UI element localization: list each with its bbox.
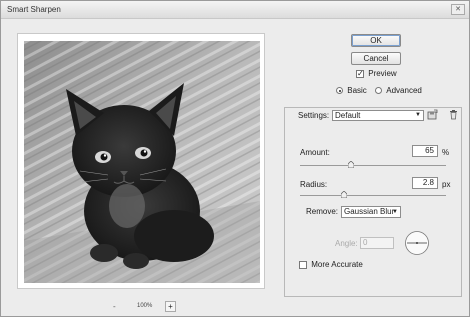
save-settings-icon[interactable]: [427, 109, 438, 120]
preview-frame: [17, 33, 265, 289]
angle-label: Angle:: [335, 239, 358, 248]
more-accurate-row[interactable]: More Accurate: [299, 260, 363, 269]
preview-checkbox-label: Preview: [368, 69, 397, 79]
ok-button[interactable]: OK: [351, 34, 401, 47]
preview-checkbox[interactable]: [356, 69, 364, 78]
remove-dropdown[interactable]: Gaussian Blur ▼: [341, 206, 401, 218]
angle-input[interactable]: 0: [360, 237, 394, 249]
amount-slider-track[interactable]: [300, 165, 446, 166]
more-accurate-label: More Accurate: [311, 260, 363, 270]
zoom-level: 100%: [137, 303, 153, 309]
zoom-out-button[interactable]: -: [113, 302, 116, 311]
settings-value: Default: [335, 111, 361, 120]
radius-slider-thumb[interactable]: [341, 191, 347, 198]
smart-sharpen-dialog: Smart Sharpen ✕ - 100% + OK Cancel ✓ Pre…: [0, 0, 470, 317]
mode-radio-group: Basic Advanced: [336, 86, 428, 95]
amount-slider-thumb[interactable]: [348, 161, 354, 168]
amount-input[interactable]: 65: [412, 145, 438, 157]
trash-icon[interactable]: [449, 109, 458, 120]
chevron-down-icon: ▼: [392, 209, 398, 215]
angle-dial-icon[interactable]: [404, 230, 430, 256]
kitten-preview-image[interactable]: [24, 41, 260, 283]
radius-input[interactable]: 2.8: [412, 177, 438, 189]
close-button[interactable]: ✕: [451, 4, 465, 15]
amount-label: Amount:: [300, 148, 330, 157]
chevron-down-icon: ▼: [415, 112, 421, 118]
remove-label: Remove:: [306, 207, 339, 216]
preview-checkbox-row[interactable]: Preview: [356, 69, 397, 78]
settings-label: Settings:: [298, 111, 330, 120]
advanced-radio-label: Advanced: [386, 86, 422, 96]
radius-slider-track[interactable]: [300, 195, 446, 196]
advanced-radio[interactable]: [375, 87, 383, 95]
more-accurate-checkbox[interactable]: [299, 260, 307, 269]
radius-label: Radius:: [300, 180, 328, 189]
radius-unit: px: [442, 180, 451, 189]
basic-radio-label: Basic: [347, 86, 367, 96]
basic-radio[interactable]: [336, 87, 343, 95]
settings-dropdown[interactable]: Default ▼: [332, 110, 424, 121]
zoom-in-button[interactable]: +: [165, 301, 176, 312]
remove-value: Gaussian Blur: [344, 207, 395, 216]
dialog-title: Smart Sharpen: [7, 5, 61, 14]
title-bar: Smart Sharpen ✕: [1, 1, 469, 19]
cancel-button[interactable]: Cancel: [351, 52, 401, 65]
amount-unit: %: [442, 148, 450, 157]
